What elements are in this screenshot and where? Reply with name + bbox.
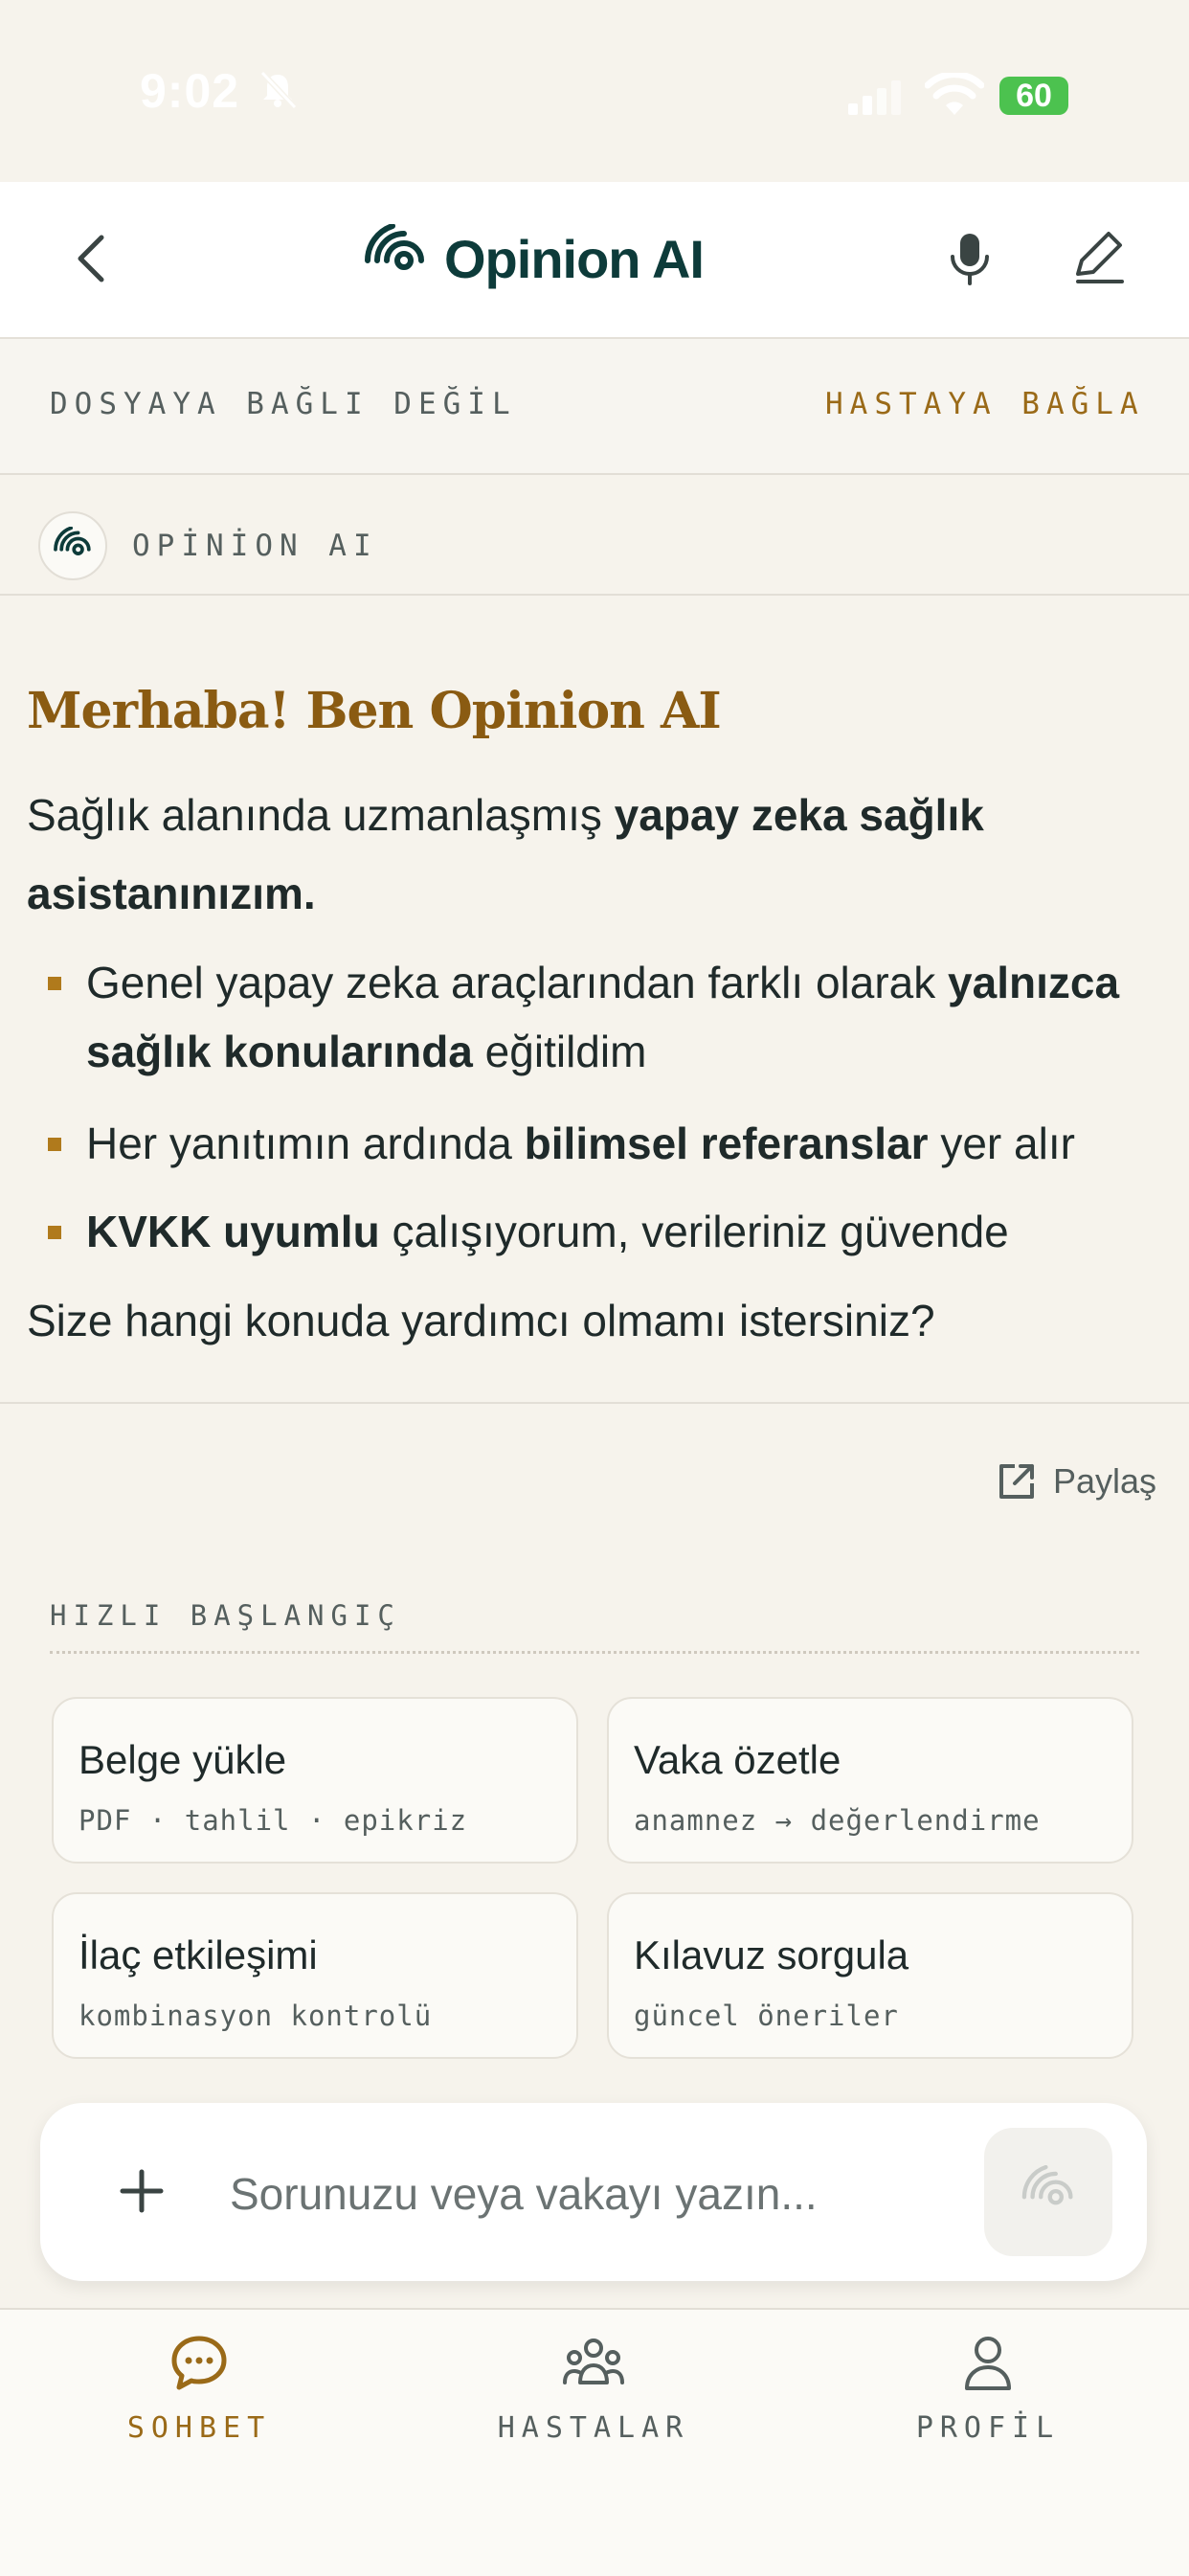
closing-question: Size hangi konuda yardımcı olmamı isters… xyxy=(27,1296,935,1345)
quick-start-label: HIZLI BAŞLANGIÇ xyxy=(50,1599,401,1632)
dotted-divider xyxy=(50,1651,1139,1654)
profile-icon xyxy=(965,2337,1011,2390)
greeting-heading: Merhaba! Ben Opinion AI xyxy=(27,682,722,740)
battery-level: 60 xyxy=(1016,77,1052,114)
card-title: İlaç etkileşimi xyxy=(79,1932,318,1977)
bullet-item: Her yanıtımın ardında bilimsel referansl… xyxy=(48,1109,1158,1178)
bullet-text: Genel yapay zeka araçlarından farklı ola… xyxy=(86,958,949,1007)
patients-icon xyxy=(563,2339,624,2384)
nav-item-chat[interactable]: SOHBET xyxy=(75,2333,324,2467)
nav-item-patients[interactable]: HASTALAR xyxy=(469,2333,718,2467)
signal-icon xyxy=(848,80,901,115)
card-subtitle: kombinasyon kontrolü xyxy=(79,2000,433,2032)
quick-card-summarize-case[interactable]: Vaka özetle anamnez → değerlendirme xyxy=(607,1697,1133,1864)
share-label: Paylaş xyxy=(1053,1461,1157,1501)
card-subtitle: PDF · tahlil · epikriz xyxy=(79,1804,468,1837)
nav-label: PROFİL xyxy=(915,2411,1061,2445)
app-title: Opinion AI xyxy=(444,229,705,289)
nav-label: HASTALAR xyxy=(497,2411,690,2445)
message-input[interactable] xyxy=(230,2160,938,2227)
card-subtitle: güncel öneriler xyxy=(634,2000,899,2032)
bullet-text: yer alır xyxy=(928,1119,1075,1168)
nav-label: SOHBET xyxy=(126,2411,272,2445)
external-link-icon xyxy=(999,1464,1034,1499)
bullet-text: eğitildim xyxy=(472,1027,647,1076)
bullet-item: KVKK uyumlu çalışıyorum, verileriniz güv… xyxy=(48,1197,1158,1266)
card-title: Vaka özetle xyxy=(634,1737,841,1782)
share-button[interactable]: Paylaş xyxy=(996,1457,1156,1505)
card-title: Belge yükle xyxy=(79,1737,287,1782)
new-chat-edit-button[interactable] xyxy=(1068,228,1128,287)
bell-muted-icon xyxy=(259,70,298,110)
send-logo-icon xyxy=(1021,2165,1073,2205)
logo-icon xyxy=(54,527,91,555)
bullet-text: Her yanıtımın ardında xyxy=(86,1119,525,1168)
logo-icon xyxy=(365,224,424,270)
quick-card-drug-interaction[interactable]: İlaç etkileşimi kombinasyon kontrolü xyxy=(52,1892,578,2059)
microphone-button[interactable] xyxy=(940,230,999,289)
chat-bubble-icon xyxy=(171,2336,227,2390)
bullet-text: çalışıyorum, verileriniz güvende xyxy=(379,1207,1009,1256)
card-title: Kılavuz sorgula xyxy=(634,1932,909,1977)
intro-text: Sağlık alanında uzmanlaşmış yapay zeka s… xyxy=(27,776,1156,933)
connect-patient-button[interactable]: HASTAYA BAĞLA xyxy=(825,387,1145,421)
quick-card-query-guideline[interactable]: Kılavuz sorgula güncel öneriler xyxy=(607,1892,1133,2059)
bullet-bold: KVKK uyumlu xyxy=(86,1207,380,1256)
wifi-icon xyxy=(925,73,984,115)
divider xyxy=(0,1402,1189,1404)
add-attachment-button[interactable] xyxy=(115,2164,168,2218)
sender-name: OPİNİON AI xyxy=(132,529,378,563)
back-button[interactable] xyxy=(67,228,115,289)
intro-plain: Sağlık alanında uzmanlaşmış xyxy=(27,790,615,840)
nav-item-profile[interactable]: PROFİL xyxy=(864,2333,1112,2467)
battery-indicator: 60 xyxy=(999,77,1068,115)
status-time: 9:02 xyxy=(140,64,240,118)
card-subtitle: anamnez → değerlendirme xyxy=(634,1804,1041,1837)
send-button[interactable] xyxy=(984,2128,1112,2256)
file-status-label: DOSYAYA BAĞLI DEĞİL xyxy=(50,387,517,421)
quick-card-upload-document[interactable]: Belge yükle PDF · tahlil · epikriz xyxy=(52,1697,578,1864)
bullet-item: Genel yapay zeka araçlarından farklı ola… xyxy=(48,948,1158,1086)
assistant-avatar xyxy=(38,511,107,580)
bullet-bold: bilimsel referanslar xyxy=(524,1119,929,1168)
